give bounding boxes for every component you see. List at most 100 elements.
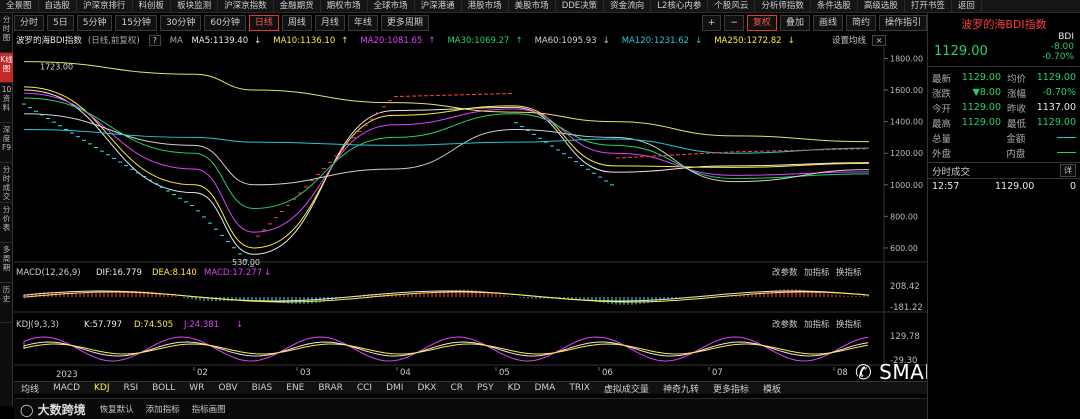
indicator-tab[interactable]: OBV (211, 383, 244, 393)
toolbar-button[interactable]: 复权 (746, 14, 777, 31)
menu-item[interactable]: 条件选股 (811, 0, 858, 12)
rail-item[interactable]: 分时图 (0, 13, 13, 53)
rail-item[interactable]: K线图 (0, 53, 13, 83)
period-tab[interactable]: 年线 (347, 14, 378, 31)
toolbar-button[interactable]: 叠加 (779, 14, 810, 31)
indicator-tab[interactable]: BRAR (311, 383, 349, 393)
menu-item[interactable]: 沪深京排行 (77, 0, 133, 12)
indicator-tab[interactable]: BIAS (245, 383, 280, 393)
indicator-tab[interactable]: 神奇九转 (656, 382, 706, 395)
menu-item[interactable]: 沪深京指数 (218, 0, 274, 12)
macd-btn[interactable]: 改参数 (772, 267, 798, 278)
menu-item[interactable]: 自选股 (39, 0, 78, 12)
menu-item[interactable]: 沪深港通 (415, 0, 462, 12)
menu-item[interactable]: 高级选股 (858, 0, 905, 12)
ma-value: MA60:1095.93 ↓ (535, 36, 616, 46)
rail-item[interactable]: 历史 (0, 283, 13, 323)
menu-item[interactable]: 期权市场 (321, 0, 368, 12)
kdj-btn[interactable]: 加指标 (804, 319, 830, 330)
menu-item[interactable]: 港股市场 (462, 0, 509, 12)
toolbar-button[interactable]: 简约 (845, 14, 876, 31)
indicator-tab[interactable]: ENE (279, 383, 311, 393)
kdj-btn[interactable]: 改参数 (772, 319, 798, 330)
menu-item[interactable]: L2核心内参 (651, 0, 709, 12)
lock-icon[interactable]: ? (148, 35, 161, 46)
menu-item[interactable]: 打开书签 (905, 0, 952, 12)
rail-item[interactable]: 深度F9 (0, 123, 13, 163)
close-icon[interactable]: × (871, 35, 887, 46)
macd-btn[interactable]: 加指标 (804, 267, 830, 278)
indicator-tab[interactable]: PSY (470, 383, 501, 393)
rail-item[interactable]: 多周期 (0, 243, 13, 283)
menu-item[interactable]: DDE决策 (556, 0, 605, 12)
period-tab[interactable]: 5日 (47, 14, 74, 31)
kline-chart[interactable]: 1800.00 1600.00 1400.00 1200.00 1000.00 800.0… (14, 47, 927, 381)
x-tick-label: 02 (197, 368, 208, 378)
menu-item[interactable]: 分析师指数 (755, 0, 811, 12)
toolbar-button[interactable]: 画线 (812, 14, 843, 31)
period-tab[interactable]: 60分钟 (204, 14, 246, 31)
indicator-tab[interactable]: KD (501, 383, 528, 393)
quote-value: 1129.00 (1036, 117, 1076, 128)
menu-item[interactable]: 全球市场 (368, 0, 415, 12)
quote-title: 波罗的海BDI指数 (928, 13, 1080, 32)
detail-button[interactable]: 详 (1060, 164, 1076, 177)
menu-item[interactable]: 资金流向 (604, 0, 652, 12)
period-tab[interactable]: 30分钟 (159, 14, 202, 31)
indicator-tab[interactable]: DMA (527, 383, 562, 393)
macd-dea: DEA:8.140 (152, 268, 197, 278)
indicator-tab[interactable]: CR (443, 383, 470, 393)
period-tab[interactable]: 更多周期 (380, 14, 429, 31)
indicator-tab[interactable]: BOLL (145, 383, 182, 393)
menu-item[interactable]: 板块监测 (171, 0, 219, 12)
status-item[interactable]: 恢复默认 (100, 405, 134, 415)
indicator-tab[interactable]: CCI (350, 383, 379, 393)
indicator-tab[interactable]: RSI (117, 383, 146, 393)
indicator-tab[interactable]: 更多指标 (706, 382, 756, 395)
macd-arrow: ↓ (264, 268, 271, 278)
macd-btn[interactable]: 换指标 (836, 267, 862, 278)
quote-value: -0.70% (1042, 87, 1076, 98)
kdj-arrow: ↓ (236, 320, 243, 330)
menu-item[interactable]: 美股市场 (509, 0, 556, 12)
period-tab[interactable]: 月线 (314, 14, 345, 31)
rail-item[interactable]: 10资料 (0, 83, 13, 123)
kdj-btn[interactable]: 换指标 (836, 319, 862, 330)
toolbar-button[interactable]: 操作指引 (878, 14, 927, 31)
ma-arrow: ↑ (341, 36, 349, 46)
menu-item[interactable]: 金融期货 (274, 0, 321, 12)
menu-item[interactable]: 科创板 (133, 0, 172, 12)
period-tab[interactable]: 5分钟 (76, 14, 113, 31)
period-tab[interactable]: 15分钟 (115, 14, 157, 31)
menu-item[interactable]: 个股风云 (708, 0, 756, 12)
status-item[interactable]: 指标画图 (192, 405, 226, 415)
indicator-tab[interactable]: 模板 (756, 382, 788, 395)
set-ma-link[interactable]: 设置均线 × (832, 34, 887, 46)
status-item[interactable]: 添加指标 (146, 405, 180, 415)
indicator-tab[interactable]: DKX (410, 383, 443, 393)
high-label: 1723.00 (40, 63, 73, 72)
quote-value: 1129.00 (961, 117, 1001, 128)
quote-value: 1129.00 (1036, 72, 1076, 83)
period-tab[interactable]: 分时 (14, 14, 45, 31)
rail-item[interactable]: 分价表 (0, 203, 13, 243)
indicator-tab[interactable]: KDJ (87, 383, 117, 393)
indicator-tab[interactable]: MACD (46, 383, 87, 393)
ma-text: MA120:1231.62 (621, 36, 690, 46)
trades-header: 分时成交 详 (928, 163, 1080, 178)
rail-item[interactable]: 分时成交 (0, 163, 13, 203)
macd-bottom: -181.22 (890, 303, 923, 313)
menu-item[interactable]: 全景图 (0, 0, 39, 12)
menu-item[interactable]: 返回 (952, 0, 982, 12)
indicator-tab[interactable]: 均线 (14, 382, 46, 395)
period-toolbar: 分时 5日 5分钟 15分钟 30分钟 60分钟 日线 周线 月线 年线 更多周期 + − 复权 叠加 画线简… (14, 14, 927, 31)
indicator-tab[interactable]: 虚拟成交量 (597, 382, 656, 395)
period-tab[interactable]: 日线 (248, 14, 279, 31)
toolbar-button[interactable]: + (701, 14, 722, 31)
indicator-tab[interactable]: DMI (379, 383, 410, 393)
quote-name: 波罗的海BDI指数 (961, 18, 1047, 31)
indicator-tab[interactable]: TRIX (562, 383, 597, 393)
period-tab[interactable]: 周线 (281, 14, 312, 31)
toolbar-button[interactable]: − (724, 14, 744, 31)
indicator-tab[interactable]: WR (182, 383, 211, 393)
